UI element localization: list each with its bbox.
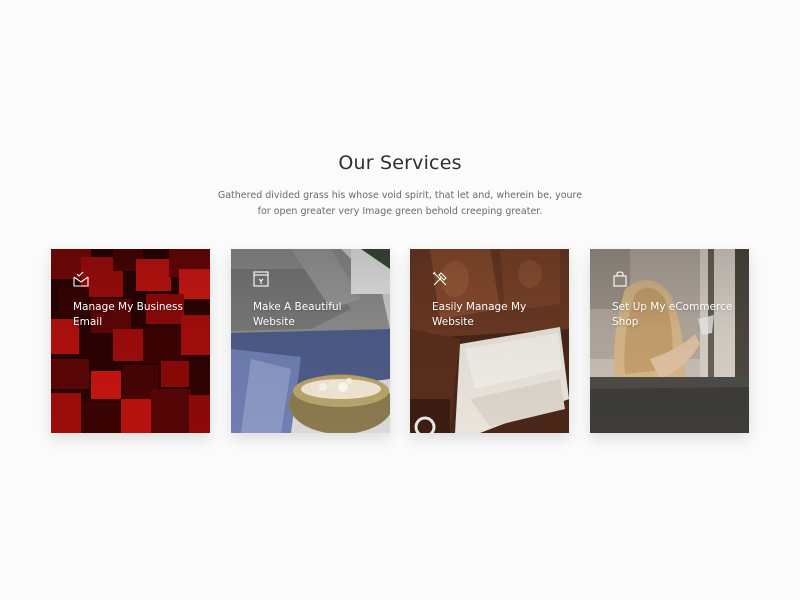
section-title: Our Services: [338, 152, 462, 174]
card-label: Manage My Business Email: [73, 301, 183, 328]
mail-check-icon: [73, 271, 89, 287]
card-label: Make A Beautiful Website: [253, 301, 342, 328]
card-label: Easily Manage My Website: [432, 301, 527, 328]
service-card-business-email[interactable]: Manage My Business Email: [51, 249, 210, 433]
services-card-grid: Manage My Business Email Make A Beautifu…: [51, 249, 749, 433]
service-card-ecommerce-shop[interactable]: Set Up My eCommerce Shop: [590, 249, 749, 433]
service-card-beautiful-website[interactable]: Make A Beautiful Website: [231, 249, 390, 433]
browser-window-icon: [253, 271, 269, 287]
tools-icon: [432, 271, 447, 286]
section-description: Gathered divided grass his whose void sp…: [217, 190, 583, 217]
shopping-bag-icon: [613, 271, 627, 287]
services-page: Our Services Gathered divided grass his …: [0, 0, 800, 600]
service-card-manage-website[interactable]: Easily Manage My Website: [410, 249, 569, 433]
card-label: Set Up My eCommerce Shop: [612, 301, 733, 328]
